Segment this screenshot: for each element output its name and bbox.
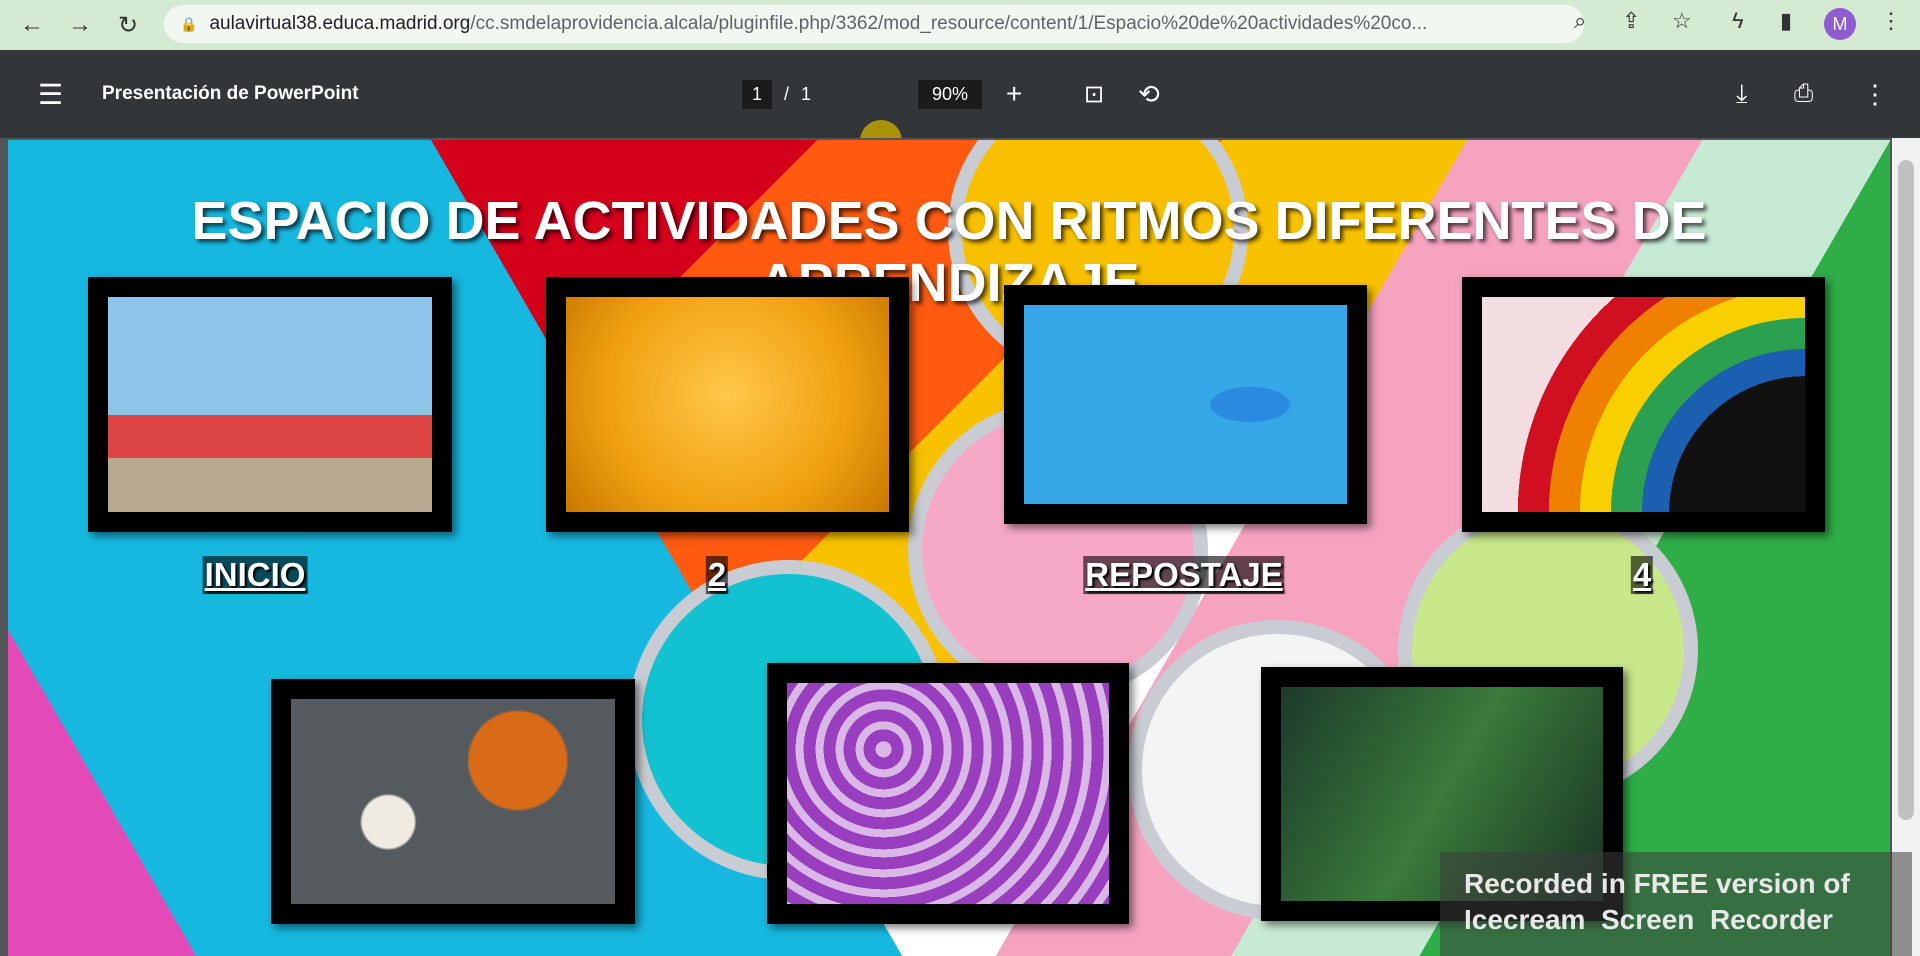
scrollbar-thumb[interactable]	[1898, 160, 1914, 820]
document-title: Presentación de PowerPoint	[102, 83, 359, 104]
label-repostaje[interactable]: REPOSTAJE	[1083, 556, 1285, 594]
print-icon[interactable]: ⎙	[1794, 50, 1813, 138]
image-ribbon[interactable]	[1004, 285, 1367, 524]
page-separator: /	[784, 83, 790, 104]
label-4[interactable]: 4	[1630, 556, 1654, 594]
side-panel-icon[interactable]: ▮	[1780, 8, 1792, 34]
image-floral[interactable]	[767, 663, 1129, 924]
zoom-input[interactable]: 90%	[918, 79, 983, 109]
pdf-viewer: ESPACIO DE ACTIVIDADES CON RITMOS DIFERE…	[0, 138, 1920, 956]
page-total: 1	[801, 83, 812, 104]
browser-menu-icon[interactable]: ⋮	[1880, 8, 1902, 34]
slide: ESPACIO DE ACTIVIDADES CON RITMOS DIFERE…	[8, 140, 1890, 956]
more-options-icon[interactable]: ⋮	[1862, 50, 1888, 138]
bookmark-star-icon[interactable]: ☆	[1672, 8, 1692, 34]
back-icon[interactable]: ←	[12, 11, 52, 39]
url-host: aulavirtual38.educa.madrid.org	[209, 13, 471, 34]
address-bar[interactable]: 🔒 aulavirtual38.educa.madrid.org/cc.smde…	[164, 5, 1584, 43]
share-icon[interactable]: ⇪	[1622, 8, 1640, 34]
forward-icon[interactable]: →	[60, 11, 100, 39]
page-input[interactable]: 1	[742, 79, 773, 109]
zoom-lens-icon[interactable]: ⌕	[1574, 8, 1586, 34]
menu-icon[interactable]: ☰	[38, 50, 63, 138]
rotate-icon[interactable]: ⟲	[1138, 50, 1160, 138]
watermark-line2: Icecream Screen Recorder	[1464, 904, 1833, 935]
zoom-in-icon[interactable]: +	[1006, 50, 1022, 138]
watermark: Recorded in FREE version of Icecream Scr…	[1440, 852, 1912, 956]
pdf-toolbar: ☰ Presentación de PowerPoint 1 / 1 90% +…	[0, 50, 1920, 162]
image-flower[interactable]	[546, 277, 909, 532]
lock-icon: 🔒	[180, 15, 198, 32]
browser-toolbar: ← → ↻ 🔒 aulavirtual38.educa.madrid.org/c…	[0, 0, 1920, 50]
url-path: /cc.smdelaprovidencia.alcala/pluginfile.…	[470, 13, 1428, 34]
image-flag[interactable]	[88, 277, 452, 532]
image-rainbow[interactable]	[1462, 277, 1825, 532]
avatar[interactable]: M	[1824, 8, 1856, 40]
extension-icon[interactable]: ϟ	[1732, 8, 1744, 34]
download-icon[interactable]: ⤓	[1736, 50, 1748, 138]
label-inicio[interactable]: INICIO	[202, 556, 308, 594]
fit-page-icon[interactable]: ⊡	[1084, 50, 1104, 138]
image-pumpkins[interactable]	[271, 679, 635, 924]
reload-icon[interactable]: ↻	[108, 11, 148, 40]
watermark-line1: Recorded in FREE version of	[1464, 868, 1850, 899]
label-2[interactable]: 2	[705, 556, 729, 594]
scrollbar[interactable]	[1892, 138, 1920, 956]
